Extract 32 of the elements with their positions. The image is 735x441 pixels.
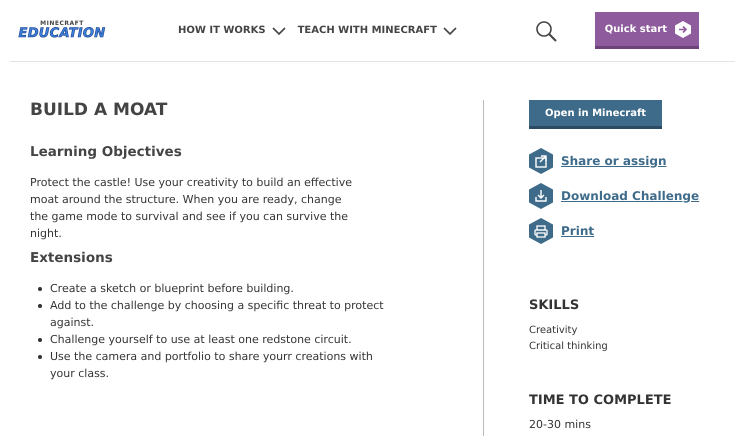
nav-menu-button[interactable]: TEACH WITH MINECRAFT bbox=[298, 25, 457, 36]
bullet-icon bbox=[38, 338, 42, 342]
chevron-down-icon bbox=[272, 26, 286, 34]
skill-text: Creativity bbox=[529, 324, 578, 338]
time-text: 20-30 mins bbox=[529, 418, 592, 431]
print-icon bbox=[529, 218, 553, 244]
bullet-icon bbox=[38, 304, 42, 308]
chevron-down-icon bbox=[442, 26, 457, 34]
logo-text: EDUCATION bbox=[18, 27, 106, 40]
action-link[interactable]: Download Challenge bbox=[561, 188, 700, 202]
section-heading: TIME TO COMPLETE bbox=[529, 393, 672, 408]
action-link[interactable]: Share or assign bbox=[561, 154, 666, 168]
open-in-minecraft-button[interactable]: Open in Minecraft bbox=[529, 100, 662, 129]
action-link[interactable]: Print bbox=[561, 224, 594, 238]
list-item-text: Add to the challenge by choosing a specific threat to protect against. bbox=[50, 298, 385, 331]
paragraph: Protect the castle! Use your creativity to build an effective moat around the structure. When you are ready, change the game mode to survival and see if you can survive the night. bbox=[30, 175, 353, 242]
search-icon[interactable] bbox=[534, 20, 557, 42]
page-title: BUILD A MOAT bbox=[30, 100, 168, 120]
bullet-icon bbox=[38, 355, 42, 359]
share-icon bbox=[529, 148, 553, 174]
skill-text: Critical thinking bbox=[529, 340, 609, 354]
list-item-text: Use the camera and portfolio to share yourr creations with your class. bbox=[50, 349, 374, 382]
download-icon bbox=[529, 182, 553, 208]
bullet-icon bbox=[38, 287, 42, 291]
list-item-text: Create a sketch or blueprint before building. bbox=[50, 281, 294, 297]
section-heading: SKILLS bbox=[529, 298, 580, 313]
quick-start-button[interactable]: Quick start bbox=[594, 12, 699, 49]
arrow-icon bbox=[675, 21, 691, 38]
section-heading: Learning Objectives bbox=[30, 144, 183, 160]
nav-menu-button[interactable]: HOW IT WORKS bbox=[178, 25, 286, 36]
section-heading: Extensions bbox=[30, 250, 114, 266]
list-item-text: Challenge yourself to use at least one redstone circuit. bbox=[50, 332, 352, 348]
